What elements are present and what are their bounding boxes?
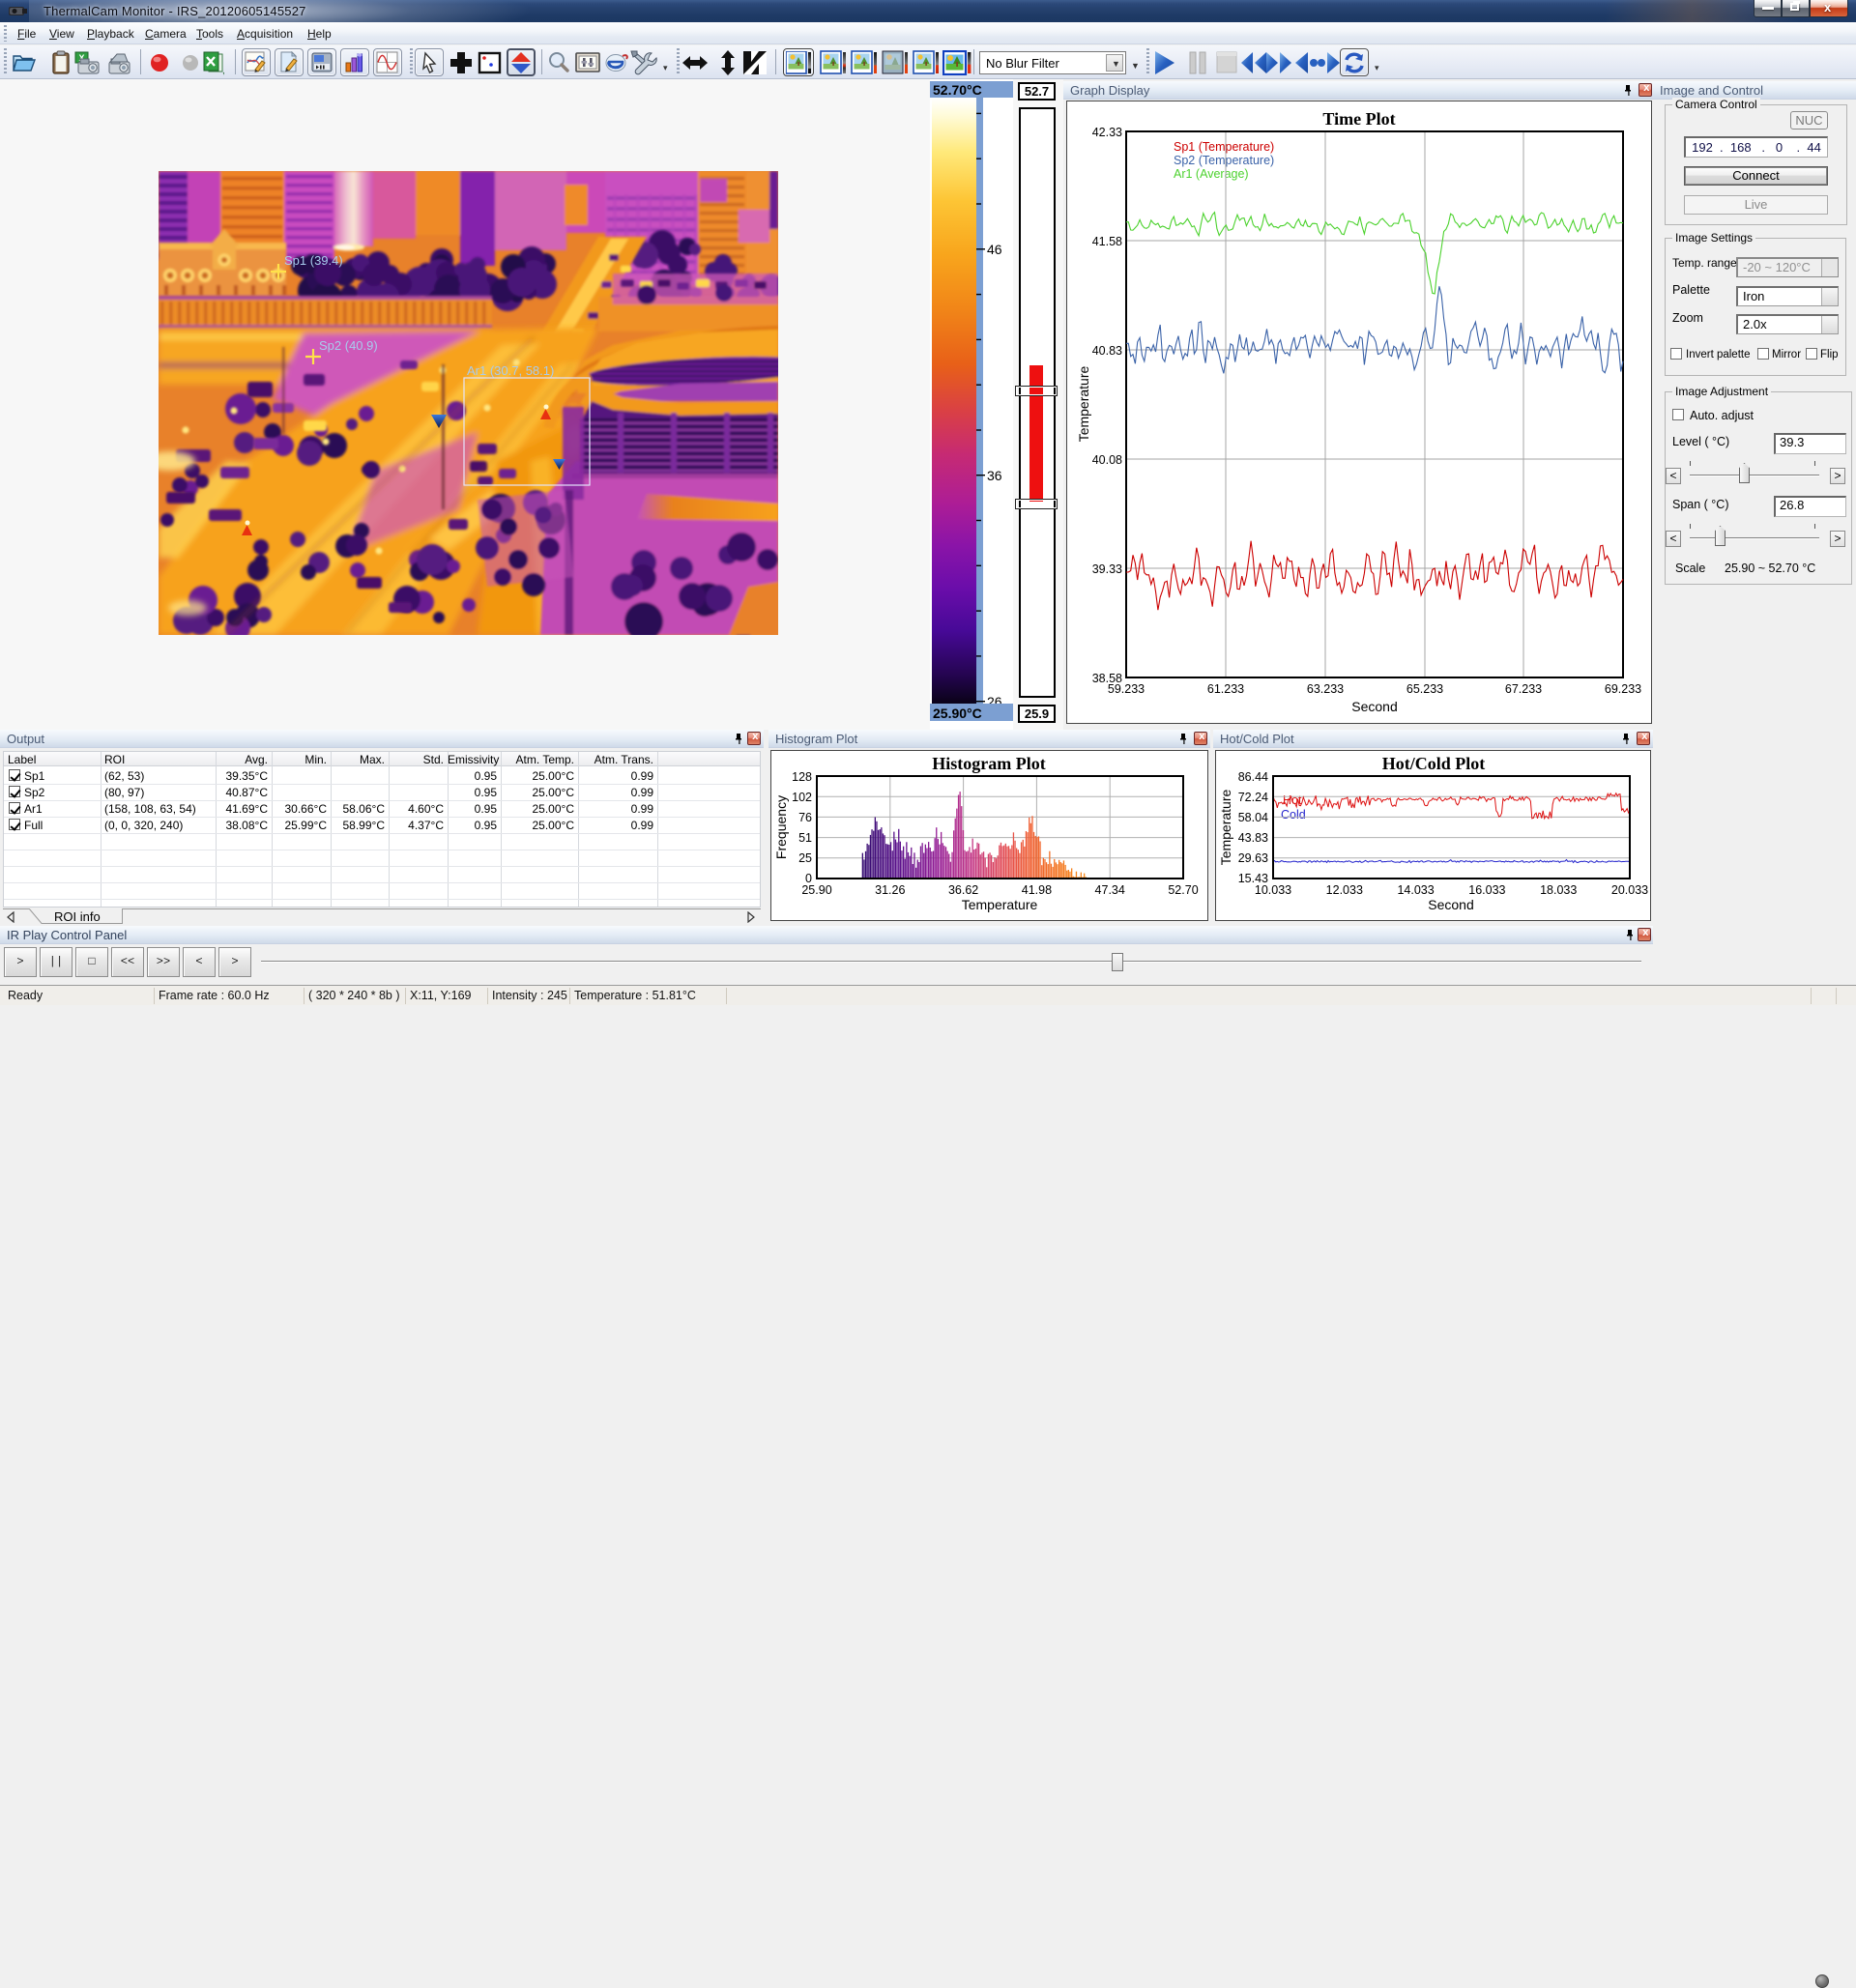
svg-text:Temperature: Temperature [1076, 365, 1091, 442]
svg-text:25.90: 25.90 [801, 883, 831, 897]
svg-text:Sp1 (Temperature): Sp1 (Temperature) [1174, 140, 1274, 154]
svg-text:Second: Second [1351, 699, 1397, 714]
svg-text:Cold: Cold [1281, 808, 1306, 821]
svg-text:39.33: 39.33 [1092, 562, 1122, 576]
svg-text:31.26: 31.26 [875, 883, 905, 897]
svg-text:69.233: 69.233 [1605, 682, 1641, 696]
svg-text:128: 128 [792, 770, 812, 784]
svg-text:59.233: 59.233 [1108, 682, 1145, 696]
svg-text:25: 25 [798, 851, 812, 865]
svg-text:20.033: 20.033 [1611, 883, 1648, 897]
svg-text:Histogram Plot: Histogram Plot [932, 754, 1045, 773]
svg-text:14.033: 14.033 [1397, 883, 1434, 897]
svg-text:Second: Second [1428, 897, 1473, 912]
svg-text:Temperature: Temperature [962, 897, 1038, 912]
svg-text:40.83: 40.83 [1092, 344, 1122, 358]
svg-text:,: , [222, 66, 225, 75]
svg-text:18.033: 18.033 [1540, 883, 1577, 897]
svg-text:36: 36 [987, 468, 1002, 483]
svg-text:42.33: 42.33 [1092, 126, 1122, 139]
svg-text:76: 76 [798, 811, 812, 824]
svg-text:58.04: 58.04 [1238, 811, 1268, 824]
svg-text:61.233: 61.233 [1207, 682, 1244, 696]
svg-text:72.24: 72.24 [1238, 791, 1268, 804]
svg-text:10.033: 10.033 [1255, 883, 1291, 897]
svg-text:63.233: 63.233 [1307, 682, 1344, 696]
svg-text:Ar1 (Average): Ar1 (Average) [1174, 167, 1249, 181]
svg-text:Temperature: Temperature [1218, 789, 1233, 865]
svg-text:Ar1 (30.7, 58.1): Ar1 (30.7, 58.1) [467, 363, 554, 378]
svg-text:47.34: 47.34 [1095, 883, 1125, 897]
svg-text:52.70: 52.70 [1168, 883, 1198, 897]
svg-text:41.98: 41.98 [1022, 883, 1052, 897]
svg-text:Sp1 (39.4): Sp1 (39.4) [284, 253, 343, 268]
svg-text:29.63: 29.63 [1238, 851, 1268, 865]
svg-text:Frequency: Frequency [773, 795, 789, 859]
svg-text:Sp2 (Temperature): Sp2 (Temperature) [1174, 154, 1274, 167]
svg-text:36.62: 36.62 [948, 883, 978, 897]
svg-text:67.233: 67.233 [1505, 682, 1542, 696]
svg-text:65.233: 65.233 [1406, 682, 1443, 696]
svg-text:Time Plot: Time Plot [1322, 109, 1395, 129]
svg-text:51: 51 [798, 831, 812, 845]
svg-text:12.033: 12.033 [1326, 883, 1363, 897]
svg-text:16.033: 16.033 [1468, 883, 1505, 897]
svg-text:Sp2 (40.9): Sp2 (40.9) [319, 338, 378, 353]
svg-text:40.08: 40.08 [1092, 453, 1122, 467]
svg-text:Hot/Cold Plot: Hot/Cold Plot [1382, 754, 1486, 773]
svg-text:41.58: 41.58 [1092, 235, 1122, 248]
svg-text:43.83: 43.83 [1238, 831, 1268, 845]
svg-text:46: 46 [987, 242, 1002, 257]
svg-text:26: 26 [987, 694, 1002, 704]
svg-text:102: 102 [792, 791, 812, 804]
svg-text:86.44: 86.44 [1238, 770, 1268, 784]
